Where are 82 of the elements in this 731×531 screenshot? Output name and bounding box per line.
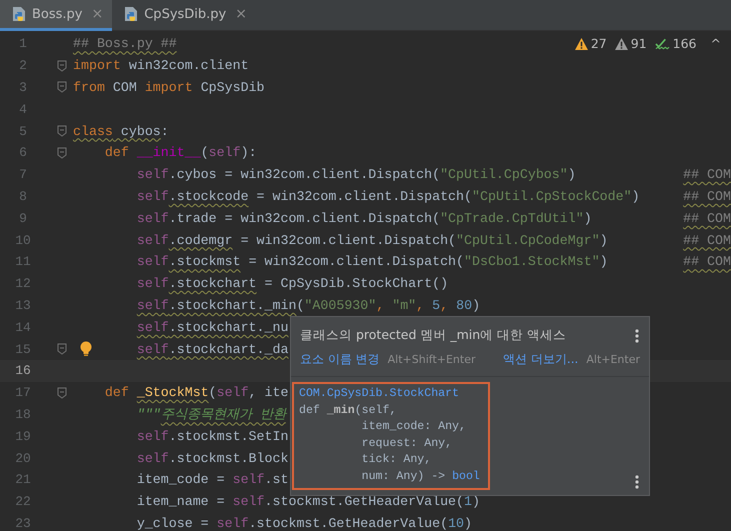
- doc-text: item_code: Any,: [360, 419, 467, 436]
- line-number: 11: [14, 254, 32, 270]
- line-number: 22: [14, 494, 32, 510]
- problem-count: 166: [672, 36, 697, 51]
- line-number: 17: [14, 385, 32, 400]
- code-comment: ## COM: [683, 210, 731, 226]
- line-number: 23: [14, 516, 32, 531]
- doc-text: def _min(self,: [299, 402, 398, 419]
- warning-icon: [614, 38, 628, 50]
- code-comment: ## COM: [683, 167, 731, 182]
- line-number: 3: [18, 80, 28, 95]
- code-line: self.stockmst.Block: [136, 450, 288, 466]
- code-line: ## Boss.py ##: [73, 36, 177, 52]
- line-number: 2: [18, 58, 28, 74]
- file-tab[interactable]: Boss.py ×: [0, 0, 112, 31]
- code-line: item_code = self.st: [136, 472, 288, 488]
- line-number: 6: [18, 145, 28, 160]
- line-number: 20: [14, 450, 32, 466]
- code-line: class cybos:: [73, 124, 169, 139]
- fold-icon[interactable]: [56, 146, 66, 159]
- code-line: self.cybos = win32com.client.Dispatch("CpUtil.CpCybos"): [136, 167, 576, 182]
- line-number: 8: [18, 188, 28, 204]
- problem-count: 27: [590, 36, 607, 51]
- action-link[interactable]: 액션 더보기...: [503, 351, 578, 368]
- previous-button[interactable]: ^: [710, 36, 721, 51]
- doc-text: request: Any,: [360, 436, 454, 452]
- fold-icon[interactable]: [56, 60, 66, 72]
- problem-count: 91: [630, 36, 647, 51]
- code-line: self.stockchart._da: [136, 342, 288, 357]
- line-number: 4: [18, 102, 28, 117]
- more-options-icon[interactable]: [635, 328, 639, 342]
- warning-icon: [574, 38, 588, 50]
- code-line: from COM import CpSysDib: [73, 80, 265, 95]
- code-line: self.codemgr = win32com.client.Dispatch("CpUtil.CpCodeMgr"): [136, 232, 608, 248]
- shortcut-label: Alt+Enter: [586, 353, 640, 366]
- code-line: self.stockcode = win32com.client.Dispatch("CpUtil.CpStockCode"): [136, 188, 640, 204]
- more-options-icon[interactable]: [635, 475, 639, 489]
- close-button[interactable]: ×: [235, 6, 247, 22]
- popup-title: 클래스의 protected 멤버 _min에 대한 액세스: [300, 327, 566, 344]
- line-number: 16: [14, 363, 32, 378]
- code-line: import win32com.client: [73, 58, 249, 74]
- fold-icon[interactable]: [56, 386, 66, 399]
- line-number: 1: [18, 36, 28, 52]
- line-number: 14: [14, 320, 32, 335]
- code-comment: ## COM: [683, 188, 731, 204]
- line-number: 10: [14, 232, 32, 248]
- line-number: 21: [14, 472, 32, 488]
- code-line: self.stockchart = CpSysDib.StockChart(): [136, 276, 448, 292]
- line-number: 15: [14, 342, 32, 357]
- line-number: 9: [18, 210, 28, 226]
- lightbulb-icon[interactable]: [80, 341, 92, 358]
- code-line: def _StockMst(self, ite: [104, 385, 288, 400]
- code-line: self.stockchart._nu: [136, 320, 288, 335]
- close-button[interactable]: ×: [92, 6, 104, 22]
- action-link[interactable]: 요소 이름 변경: [300, 351, 380, 368]
- doc-text: num: Any) -> bool: [360, 468, 481, 485]
- code-line: y_close = self.stockmst.GetHeaderValue(10): [136, 516, 472, 531]
- code-line: self.trade = win32com.client.Dispatch("CpTrade.CpTdUtil"): [136, 210, 592, 226]
- code-comment: ## COM: [683, 232, 731, 248]
- code-line: def __init__(self):: [104, 145, 257, 160]
- code-line: item_name = self.stockmst.GetHeaderValue(1): [136, 494, 480, 510]
- line-number: 5: [18, 124, 28, 139]
- fold-icon[interactable]: [56, 343, 66, 356]
- line-number: 18: [14, 406, 32, 422]
- line-number: 12: [14, 276, 32, 292]
- code-comment: ## COM: [683, 254, 731, 270]
- code-line: self.stockmst = win32com.client.Dispatch("DsCbo1.StockMst"): [136, 254, 608, 270]
- python-file-icon: [123, 6, 140, 22]
- file-tab[interactable]: CpSysDib.py ×: [112, 0, 256, 31]
- python-file-icon: [11, 6, 27, 22]
- fold-icon[interactable]: [56, 81, 66, 94]
- fold-icon[interactable]: [56, 125, 66, 138]
- code-line: self.stockmst.SetIn: [136, 428, 288, 444]
- line-number: 13: [14, 298, 32, 313]
- code-line: self.stockchart._min("A005930", "m", 5, 80): [136, 298, 480, 313]
- line-number: 19: [14, 428, 32, 444]
- shortcut-label: Alt+Shift+Enter: [388, 353, 476, 366]
- check-icon: [654, 38, 670, 50]
- line-number: 7: [18, 167, 28, 182]
- doc-text: tick: Any,: [360, 452, 432, 468]
- code-line: """주식종목현재가 반환: [136, 406, 286, 424]
- doc-text: COM.CpSysDib.StockChart: [299, 386, 460, 402]
